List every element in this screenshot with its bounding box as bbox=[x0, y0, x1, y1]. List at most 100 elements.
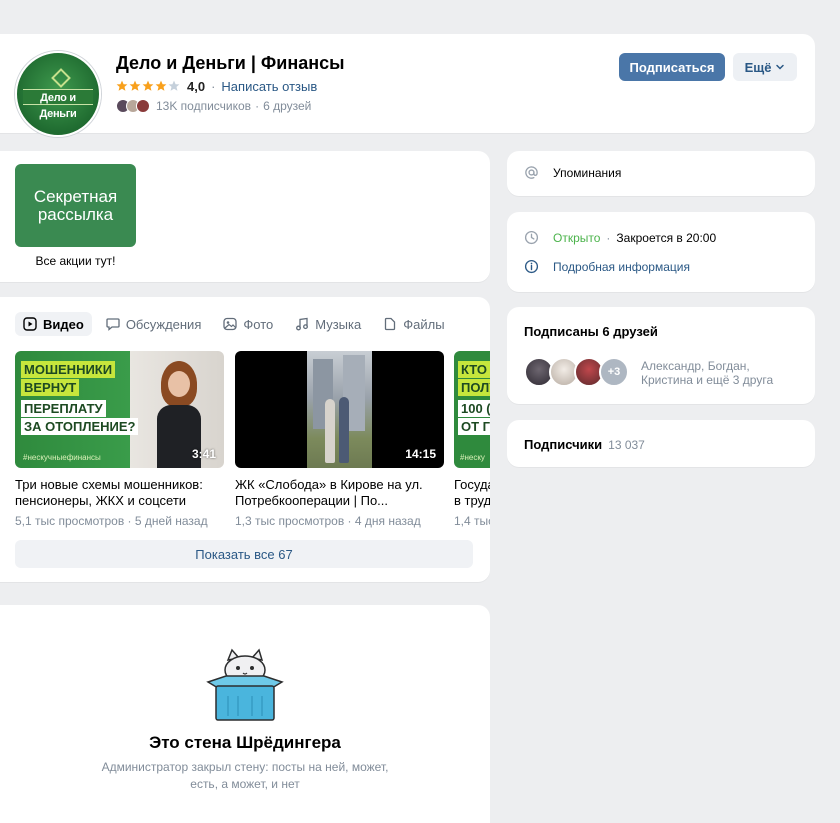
cat-in-box-icon bbox=[206, 648, 284, 721]
separator-dot: · bbox=[211, 78, 216, 94]
video-icon bbox=[23, 317, 37, 331]
friends-title[interactable]: Подписаны 6 друзей bbox=[524, 324, 658, 339]
video-views: 1,4 тыс bbox=[454, 514, 490, 528]
chat-icon bbox=[106, 318, 120, 331]
file-icon bbox=[385, 317, 396, 331]
subscribers-row[interactable]: 13K подписчиков · 6 друзей bbox=[116, 99, 311, 113]
thumbnail-line: ОТ ГО bbox=[458, 418, 490, 435]
video-item[interactable]: КТО ПОЛУ 100 ( ОТ ГО #неску Госуда в тру… bbox=[454, 351, 490, 528]
promo-card: Секретная рассылка Все акции тут! bbox=[0, 151, 490, 282]
wall-title: Это стена Шрёдингера bbox=[149, 733, 341, 752]
group-title: Дело и Деньги | Финансы bbox=[116, 53, 345, 73]
video-views: 1,3 тыс просмотров bbox=[235, 514, 345, 528]
tab-label: Обсуждения bbox=[125, 316, 202, 332]
video-item[interactable]: 14:15 ЖК «Слобода» в Кирове на ул. Потре… bbox=[235, 351, 444, 528]
friends-count: 6 друзей bbox=[263, 99, 312, 113]
video-title[interactable]: Три новые схемы мошенников: пенсионеры, … bbox=[15, 477, 224, 509]
video-meta: 5,1 тыс просмотров · 5 дней назад bbox=[15, 514, 224, 528]
separator-dot: · bbox=[606, 230, 611, 245]
video-thumbnail[interactable]: КТО ПОЛУ 100 ( ОТ ГО #неску bbox=[454, 351, 490, 468]
rating-row: 4,0 · Написать отзыв bbox=[116, 78, 317, 94]
wall-description: Администратор закрыл стену: посты на ней… bbox=[101, 760, 389, 791]
mentions-label: Упоминания bbox=[553, 165, 622, 180]
thumbnail-line: ПЕРЕПЛАТУ bbox=[21, 400, 106, 417]
tab-label: Музыка bbox=[315, 316, 362, 332]
thumbnail-line: ВЕРНУТ bbox=[21, 379, 80, 396]
photo-icon bbox=[223, 317, 238, 331]
video-title[interactable]: ЖК «Слобода» в Кирове на ул. Потребкоопе… bbox=[235, 477, 444, 509]
subscribers-label: Подписчики bbox=[524, 437, 603, 452]
friends-card: Подписаны 6 друзей +3 Александр, Богдан,… bbox=[507, 307, 815, 404]
hours-card: Открыто · Закроется в 20:00 Подробная ин… bbox=[507, 212, 815, 292]
tab-label: Файлы bbox=[403, 316, 445, 332]
tab-photo[interactable]: Фото bbox=[215, 312, 281, 336]
tab-music[interactable]: Музыка bbox=[287, 312, 369, 336]
thumbnail-hashtag: #неску bbox=[460, 453, 485, 462]
separator-dot: · bbox=[127, 514, 135, 528]
star-filled-icon bbox=[155, 80, 167, 91]
friend-names: Александр, Богдан, Кристина и ещё 3 друг… bbox=[641, 359, 774, 387]
promo-banner[interactable]: Секретная рассылка bbox=[15, 164, 136, 247]
video-thumbnail[interactable]: 14:15 bbox=[235, 351, 444, 468]
vertical-video-frame bbox=[307, 351, 372, 468]
at-icon bbox=[525, 166, 538, 179]
video-meta: 1,4 тыс bbox=[454, 514, 490, 528]
promo-caption: Все акции тут! bbox=[35, 254, 116, 268]
separator-dot: · bbox=[255, 99, 260, 113]
separator-dot: · bbox=[347, 514, 355, 528]
video-meta: 1,3 тыс просмотров · 4 дня назад bbox=[235, 514, 444, 528]
subscribers-card[interactable]: Подписчики 13 037 bbox=[507, 420, 815, 467]
thumbnail-line: ПОЛУ bbox=[458, 379, 490, 396]
friend-mini-avatar bbox=[136, 99, 150, 113]
tab-video[interactable]: Видео bbox=[15, 312, 92, 336]
thumbnail-headline: КТО ПОЛУ 100 ( ОТ ГО bbox=[458, 361, 490, 436]
more-friends-badge[interactable]: +3 bbox=[599, 357, 629, 387]
more-button[interactable]: Ещё bbox=[733, 53, 797, 81]
music-icon bbox=[296, 317, 309, 331]
video-age: 5 дней назад bbox=[134, 514, 208, 528]
thumbnail-line: КТО bbox=[458, 361, 490, 378]
subscribers-count: 13K подписчиков bbox=[156, 99, 252, 113]
star-filled-icon bbox=[116, 80, 128, 91]
rating-stars[interactable] bbox=[116, 80, 181, 92]
tab-files[interactable]: Файлы bbox=[375, 312, 452, 336]
thumbnail-line: 100 ( bbox=[458, 400, 490, 417]
tab-label: Видео bbox=[43, 316, 84, 332]
friend-avatars[interactable]: +3 bbox=[524, 357, 629, 387]
show-all-videos-button[interactable]: Показать все 67 bbox=[15, 540, 473, 568]
mentions-card[interactable]: Упоминания bbox=[507, 151, 815, 196]
subscribers-title[interactable]: Подписчики 13 037 bbox=[524, 437, 645, 452]
write-review-link[interactable]: Написать отзыв bbox=[221, 79, 317, 94]
star-filled-icon bbox=[142, 80, 154, 91]
tab-discussions[interactable]: Обсуждения bbox=[98, 312, 210, 336]
thumbnail-line: МОШЕННИКИ bbox=[21, 361, 116, 378]
video-age: 4 дня назад bbox=[354, 514, 421, 528]
more-info-link[interactable]: Подробная информация bbox=[553, 260, 690, 274]
video-duration: 14:15 bbox=[405, 447, 436, 461]
subscribers-total: 13 037 bbox=[608, 438, 645, 452]
thumbnail-line: ЗА ОТОПЛЕНИЕ? bbox=[21, 418, 139, 435]
mentions-row[interactable]: Упоминания bbox=[524, 165, 621, 180]
opening-hours-row: Открыто · Закроется в 20:00 bbox=[524, 230, 716, 245]
rating-value: 4,0 bbox=[187, 78, 206, 94]
closing-time: Закроется в 20:00 bbox=[616, 230, 717, 245]
video-title[interactable]: Госуда в труд bbox=[454, 477, 490, 509]
avatar-logo-text: Дело и Деньги bbox=[23, 89, 93, 120]
video-item[interactable]: МОШЕННИКИ ВЕРНУТ ПЕРЕПЛАТУ ЗА ОТОПЛЕНИЕ?… bbox=[15, 351, 224, 528]
more-button-label: Ещё bbox=[744, 59, 772, 75]
group-header: Дело и Деньги Дело и Деньги | Финансы 4,… bbox=[0, 34, 815, 137]
chevron-down-icon bbox=[776, 64, 785, 70]
thumbnail-headline: МОШЕННИКИ ВЕРНУТ ПЕРЕПЛАТУ ЗА ОТОПЛЕНИЕ? bbox=[21, 361, 139, 436]
video-views: 5,1 тыс просмотров bbox=[15, 514, 125, 528]
media-tabs: Видео Обсуждения Фото Музыка Файлы bbox=[15, 312, 453, 336]
star-empty-icon bbox=[168, 80, 180, 91]
video-duration: 3:41 bbox=[191, 447, 216, 461]
wall-block: Это стена Шрёдингера Администратор закры… bbox=[0, 605, 490, 823]
thumbnail-hashtag: #нескучныефинансы bbox=[23, 453, 101, 462]
logo-leaf-icon bbox=[51, 68, 71, 88]
subscribe-button[interactable]: Подписаться bbox=[619, 53, 725, 81]
group-avatar[interactable]: Дело и Деньги bbox=[15, 51, 101, 137]
tab-label: Фото bbox=[243, 316, 274, 332]
more-info-row[interactable]: Подробная информация bbox=[524, 259, 690, 274]
video-thumbnail[interactable]: МОШЕННИКИ ВЕРНУТ ПЕРЕПЛАТУ ЗА ОТОПЛЕНИЕ?… bbox=[15, 351, 224, 468]
